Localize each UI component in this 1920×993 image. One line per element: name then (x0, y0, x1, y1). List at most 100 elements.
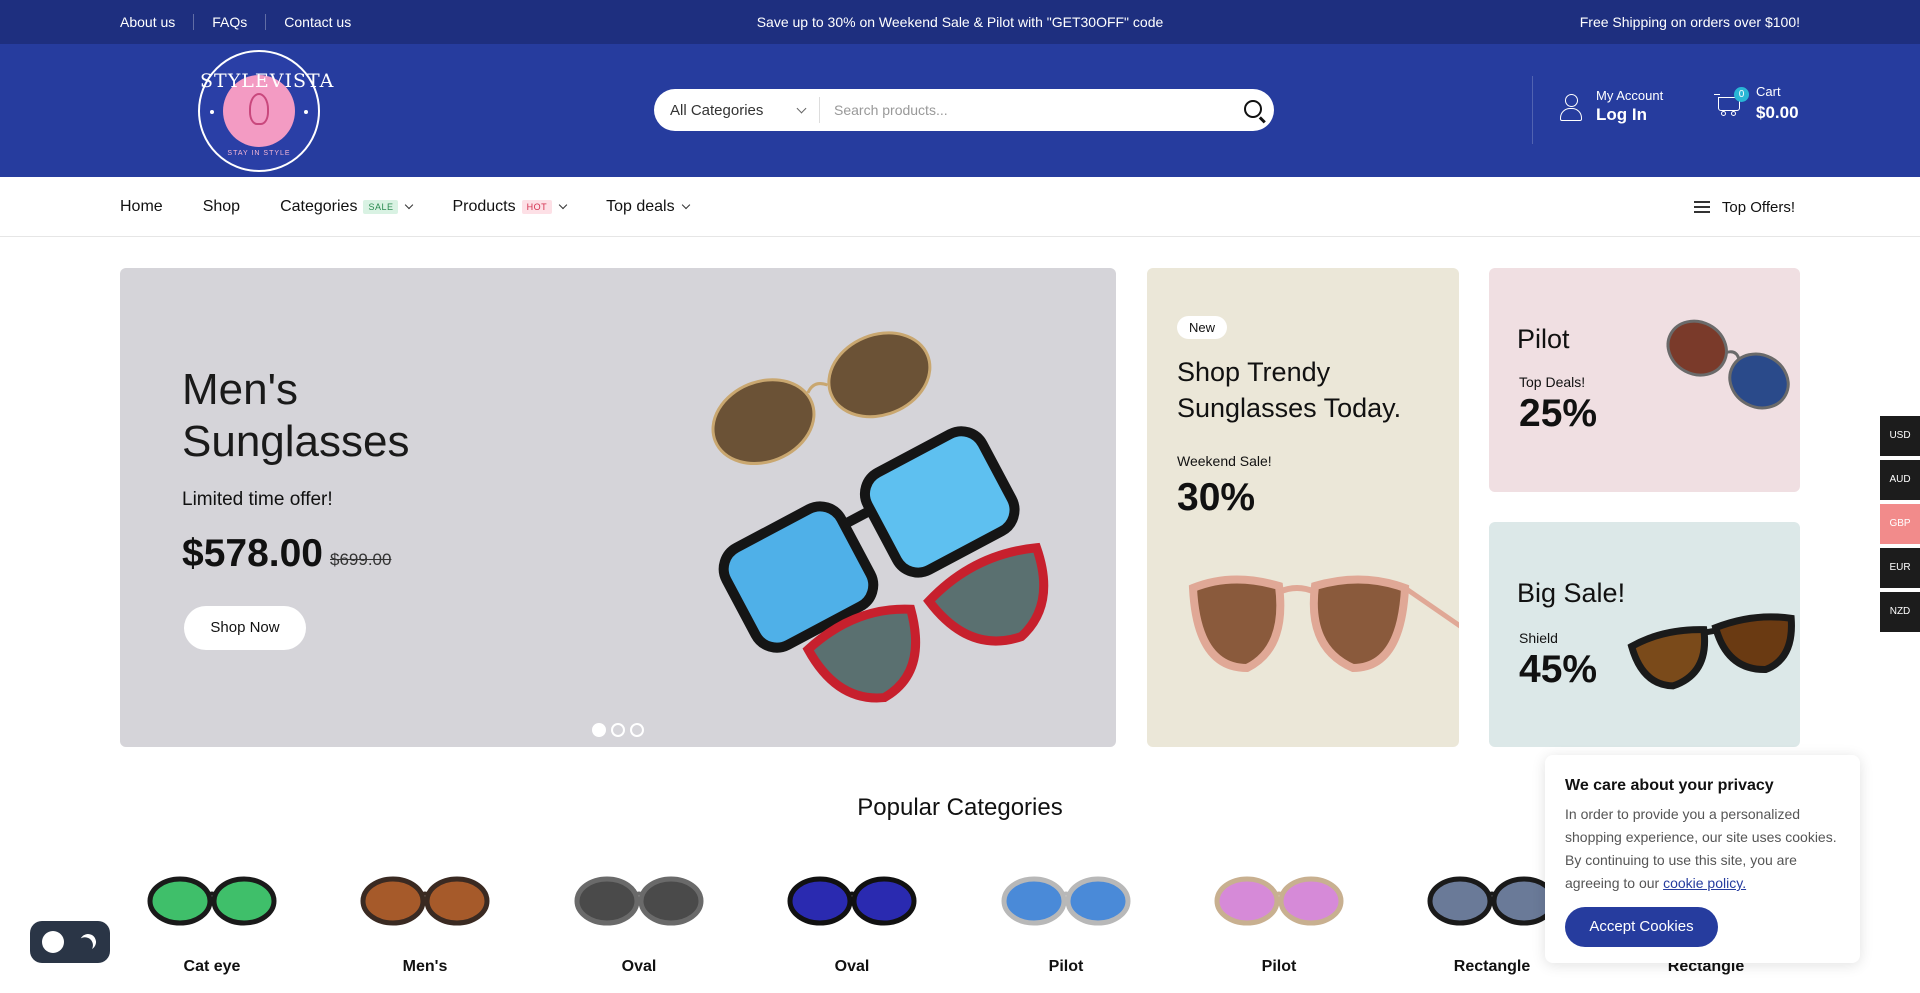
nav-products[interactable]: Products HOT (452, 198, 568, 216)
category-sunglasses-image (360, 876, 490, 926)
search-bar: All Categories (654, 89, 1274, 131)
account-label: My Account (1596, 88, 1664, 103)
promo-sunglasses-image (1188, 575, 1459, 673)
promo-pilot-label: Top Deals! (1519, 374, 1586, 390)
nav-top-deals-label: Top deals (606, 198, 675, 215)
main-nav: Home Shop Categories SALE Products HOT T… (0, 177, 1920, 237)
category-sunglasses-image (1214, 876, 1344, 926)
promo-pilot-percent: 25% (1519, 392, 1598, 435)
login-link[interactable]: Log In (1596, 105, 1663, 125)
promo-pilot-title: Pilot (1517, 324, 1570, 354)
top-bar: About us FAQs Contact us Save up to 30% … (0, 0, 1920, 44)
header-divider (1532, 76, 1533, 144)
promo-card-trendy[interactable]: New Shop Trendy Sunglasses Today. Weeken… (1147, 268, 1459, 747)
category-item[interactable]: Pilot (974, 866, 1158, 976)
category-item[interactable]: Cat eye (120, 866, 304, 976)
hero-sunglasses-image (711, 331, 1049, 703)
nav-shop-label: Shop (202, 198, 241, 215)
cart-total: $0.00 (1756, 103, 1799, 122)
logo-tagline: STAY IN STYLE (227, 150, 291, 157)
chevron-down-icon (796, 103, 807, 113)
cookie-title: We care about your privacy (1565, 777, 1774, 794)
hero-title: Men's Sunglasses (182, 365, 410, 466)
light-mode-icon (42, 931, 64, 953)
logo[interactable]: STYLEVISTA STAY IN STYLE (198, 50, 335, 172)
account-button[interactable]: My Account Log In (1558, 88, 1663, 125)
search-icon[interactable] (1234, 90, 1274, 130)
top-offers-button[interactable]: Top Offers! (1693, 177, 1795, 237)
promo-big-sale-percent: 45% (1519, 648, 1598, 691)
nav-home[interactable]: Home (120, 198, 163, 216)
nav-home-label: Home (120, 198, 163, 215)
shipping-text: Free Shipping on orders over $100! (1579, 14, 1800, 30)
slider-dot-1[interactable] (592, 723, 606, 737)
slider-dots (592, 723, 649, 737)
slider-dot-3[interactable] (630, 723, 644, 737)
sale-badge: SALE (363, 200, 399, 214)
nav-top-deals[interactable]: Top deals (606, 198, 690, 216)
hero-old-price: $699.00 (330, 550, 392, 569)
menu-icon (1693, 201, 1710, 213)
slider-dot-2[interactable] (611, 723, 625, 737)
promo-trendy-label: Weekend Sale! (1177, 453, 1272, 469)
nav-shop[interactable]: Shop (203, 198, 240, 216)
category-sunglasses-image (1001, 876, 1131, 926)
category-sunglasses-image (574, 876, 704, 926)
category-item[interactable]: Men's (333, 866, 517, 976)
currency-eur[interactable]: EUR (1880, 548, 1920, 588)
chevron-down-icon (405, 200, 414, 210)
cookie-body: In order to provide you a personalized s… (1565, 803, 1840, 895)
category-label: Pilot (1048, 958, 1084, 975)
cart-button[interactable]: 0 Cart $0.00 (1714, 84, 1799, 123)
chevron-down-icon (558, 200, 568, 210)
category-sunglasses-image (147, 876, 277, 926)
promo-trendy-percent: 30% (1177, 476, 1256, 519)
shop-now-button[interactable]: Shop Now (184, 606, 306, 650)
category-sunglasses-image (1427, 876, 1557, 926)
promo-card-pilot[interactable]: Pilot Top Deals! 25% (1489, 268, 1800, 492)
promo-big-sale-label: Shield (1519, 630, 1558, 646)
currency-nzd[interactable]: NZD (1880, 592, 1920, 632)
header: STYLEVISTA STAY IN STYLE All Categories … (0, 44, 1920, 177)
theme-toggle[interactable] (30, 921, 110, 963)
category-label: Men's (402, 958, 448, 975)
currency-usd[interactable]: USD (1880, 416, 1920, 456)
category-label: Oval (621, 958, 657, 975)
hero-subtitle: Limited time offer! (182, 489, 333, 510)
logo-brand: STYLEVISTA (200, 70, 335, 92)
currency-switcher: USD AUD GBP EUR NZD (1880, 416, 1920, 636)
dark-mode-icon (78, 932, 99, 953)
category-item[interactable]: Oval (547, 866, 731, 976)
currency-gbp[interactable]: GBP (1880, 504, 1920, 544)
currency-aud[interactable]: AUD (1880, 460, 1920, 500)
cart-label: Cart (1756, 84, 1781, 99)
hot-badge: HOT (521, 200, 553, 214)
search-input[interactable] (820, 91, 1234, 129)
user-icon (1558, 92, 1584, 122)
top-offers-label: Top Offers! (1721, 198, 1795, 216)
nav-categories[interactable]: Categories SALE (280, 198, 414, 216)
cart-icon: 0 (1714, 86, 1749, 119)
pilot-sunglasses-image (1666, 319, 1790, 410)
chevron-down-icon (681, 200, 690, 210)
category-item[interactable]: Oval (760, 866, 944, 976)
new-badge: New (1177, 316, 1228, 339)
promo-card-big-sale[interactable]: Big Sale! Shield 45% (1489, 522, 1800, 747)
cart-count-badge: 0 (1734, 86, 1749, 102)
category-label: Pilot (1261, 958, 1297, 975)
cookie-banner: We care about your privacy In order to p… (1545, 755, 1860, 963)
category-item[interactable]: Pilot (1187, 866, 1371, 976)
hero-price: $578.00 (182, 532, 323, 575)
category-sunglasses-image (787, 876, 917, 926)
hero-slider: Men's Sunglasses Limited time offer! $57… (120, 268, 1116, 747)
promo-trendy-title: Shop Trendy Sunglasses Today. (1177, 357, 1402, 423)
accept-cookies-button[interactable]: Accept Cookies (1565, 907, 1718, 947)
category-select[interactable]: All Categories (654, 97, 820, 123)
cookie-policy-link[interactable]: cookie policy. (1663, 875, 1746, 891)
category-select-value: All Categories (670, 101, 764, 119)
nav-categories-label: Categories (280, 198, 358, 215)
category-label: Cat eye (183, 958, 241, 975)
nav-products-label: Products (452, 198, 516, 215)
promo-big-sale-title: Big Sale! (1517, 578, 1626, 608)
category-label: Oval (834, 958, 870, 975)
